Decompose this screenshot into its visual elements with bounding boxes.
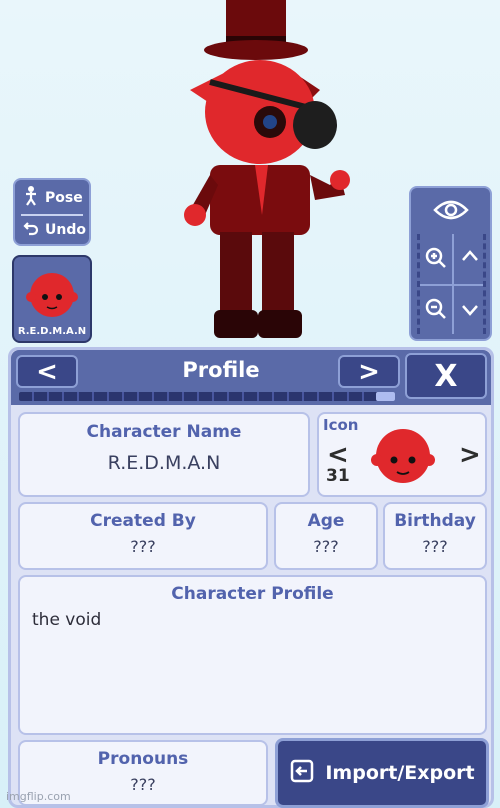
divider <box>452 234 454 334</box>
character-name-value: R.E.D.M.A.N <box>107 452 221 474</box>
progress-bar <box>19 392 395 401</box>
zoom-out-icon[interactable] <box>424 297 448 325</box>
next-button[interactable]: > <box>338 355 400 388</box>
character-thumbnail[interactable]: R.E.D.M.A.N <box>12 255 92 343</box>
undo-button[interactable]: Undo <box>15 214 89 246</box>
zoom-in-icon[interactable] <box>424 246 448 274</box>
pose-label: Pose <box>45 190 83 206</box>
undo-label: Undo <box>45 222 86 238</box>
chevron-down-icon[interactable] <box>461 302 479 321</box>
character-thumb-label: R.E.D.M.A.N <box>17 326 87 337</box>
character-profile-label: Character Profile <box>171 584 334 604</box>
icon-next-button[interactable]: > <box>459 440 481 470</box>
icon-label: Icon <box>323 416 359 434</box>
import-icon <box>289 758 315 789</box>
profile-panel: < Profile > X Character Name R.E.D.M.A.N… <box>8 347 494 808</box>
created-by-card[interactable]: Created By ??? <box>18 502 268 570</box>
progress-fill <box>376 392 395 401</box>
watermark: imgflip.com <box>6 790 71 803</box>
icon-number: 31 <box>326 466 350 486</box>
pose-figure-icon <box>23 186 39 210</box>
zoom-controls <box>417 234 486 334</box>
character-illustration <box>184 0 350 338</box>
created-by-label: Created By <box>90 511 196 531</box>
prev-button[interactable]: < <box>16 355 78 388</box>
import-export-label: Import/Export <box>325 762 475 784</box>
undo-icon <box>23 220 39 240</box>
page-title: Profile <box>182 358 260 382</box>
birthday-card[interactable]: Birthday ??? <box>383 502 487 570</box>
age-card[interactable]: Age ??? <box>274 502 378 570</box>
pose-button[interactable]: Pose <box>15 182 89 214</box>
import-export-button[interactable]: Import/Export <box>275 738 489 808</box>
eye-icon[interactable] <box>433 198 469 226</box>
chevron-up-icon[interactable] <box>461 248 479 267</box>
character-profile-text: the void <box>32 610 102 630</box>
profile-header: < Profile > X <box>11 350 491 405</box>
character-head-icon <box>26 273 78 317</box>
birthday-label: Birthday <box>394 511 476 531</box>
age-value: ??? <box>313 537 339 556</box>
pronouns-label: Pronouns <box>97 749 189 769</box>
icon-card: Icon < > 31 <box>317 412 487 497</box>
character-head-icon <box>371 429 435 483</box>
character-name-card[interactable]: Character Name R.E.D.M.A.N <box>18 412 310 497</box>
close-button[interactable]: X <box>405 353 487 399</box>
character-profile-card[interactable]: Character Profile the void <box>18 575 487 735</box>
age-label: Age <box>307 511 345 531</box>
character-name-label: Character Name <box>86 422 242 442</box>
created-by-value: ??? <box>130 537 156 556</box>
view-zoom-panel <box>409 186 492 341</box>
birthday-value: ??? <box>422 537 448 556</box>
pose-undo-panel: Pose Undo <box>13 178 91 246</box>
